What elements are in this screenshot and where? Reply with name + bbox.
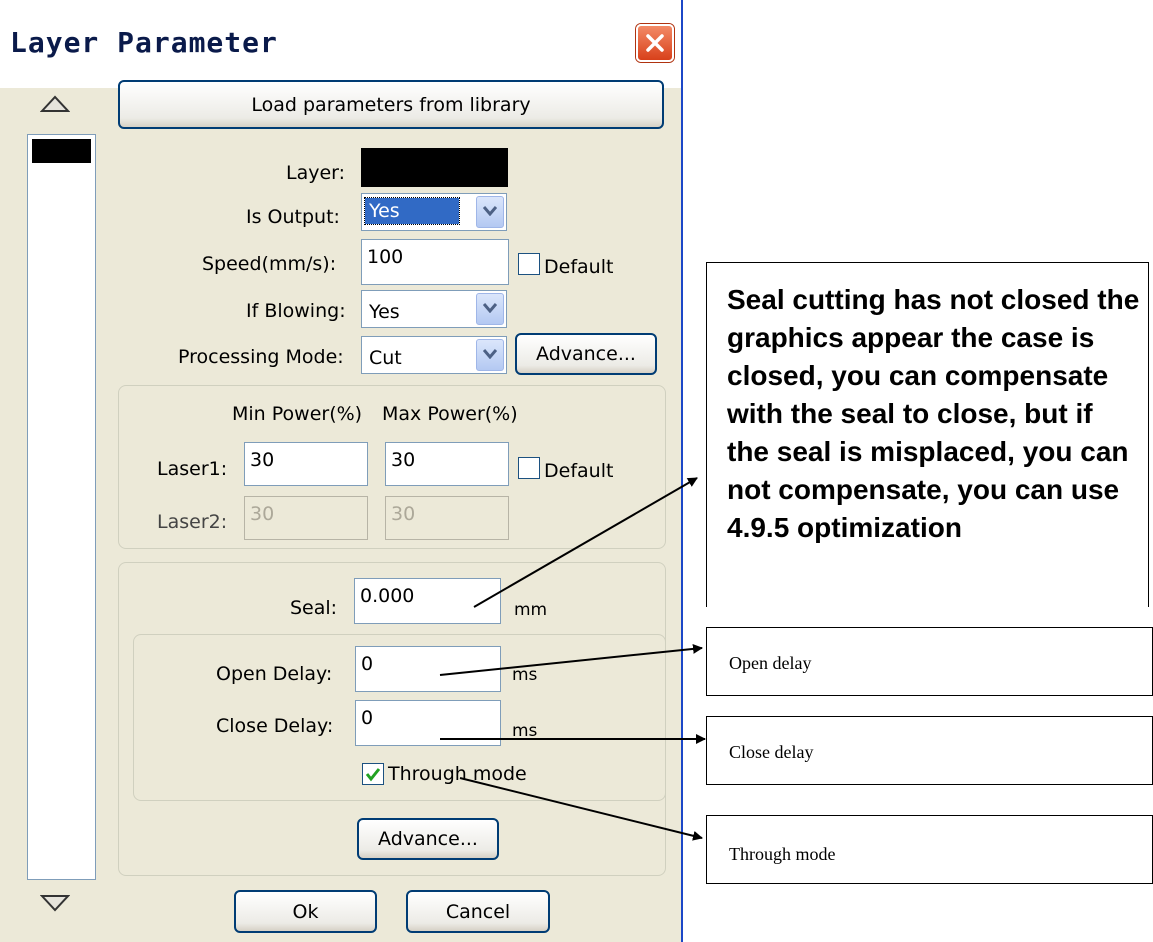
seal-arrow xyxy=(473,477,698,608)
open-delay-arrow xyxy=(439,643,703,676)
through-mode-arrow xyxy=(459,777,703,841)
annotation-arrows xyxy=(439,477,706,841)
